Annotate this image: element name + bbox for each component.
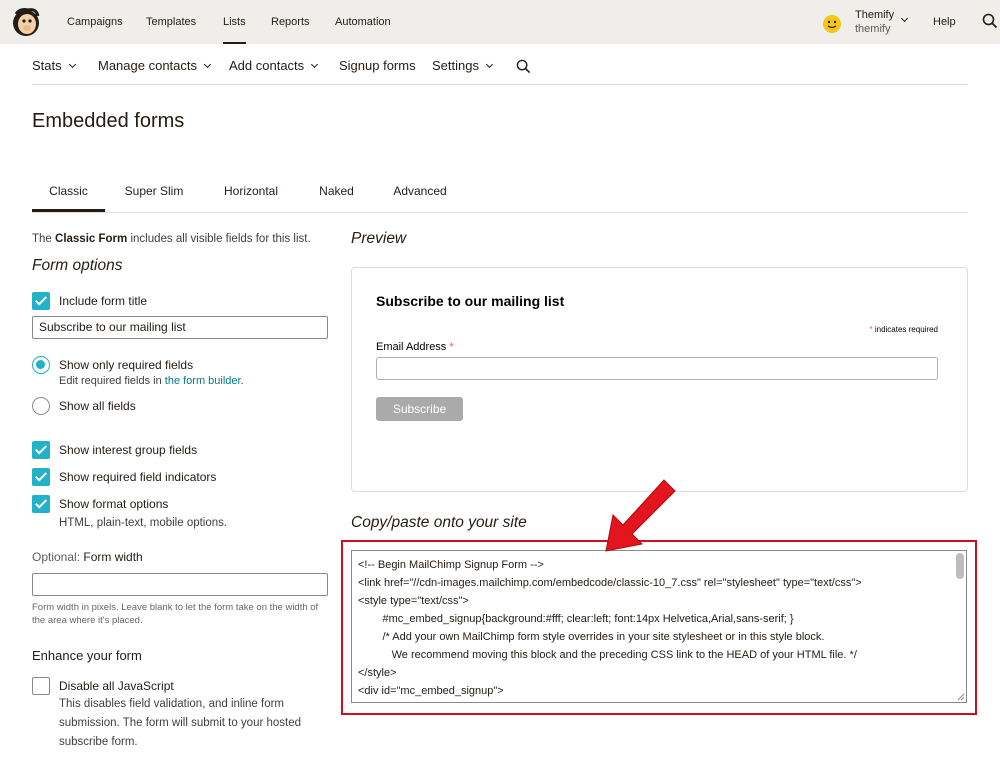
required-indicators-label: Show required field indicators (59, 470, 217, 484)
form-title-input[interactable]: Subscribe to our mailing list (32, 316, 328, 339)
subnav-signup-forms[interactable]: Signup forms (339, 44, 416, 88)
required-only-radio[interactable] (32, 356, 50, 374)
all-fields-radio[interactable] (32, 397, 50, 415)
chevron-down-icon (311, 60, 319, 69)
search-icon[interactable] (982, 13, 998, 29)
code-line: <div id="mc_embed_signup"> (358, 685, 504, 697)
email-input[interactable] (376, 357, 938, 380)
format-options-label: Show format options (59, 497, 169, 511)
code-line: #mc_embed_signup{background:#fff; clear:… (358, 613, 794, 625)
page-title: Embedded forms (32, 110, 185, 132)
code-line: /* Add your own MailChimp form style ove… (358, 631, 825, 643)
chevron-down-icon (203, 60, 212, 69)
top-navigation: Campaigns Templates Lists Reports Automa… (0, 0, 1000, 44)
required-only-sub: Edit required fields in the form builder… (59, 375, 244, 387)
intro-form-name: Classic Form (55, 233, 128, 245)
interest-groups-checkbox[interactable] (32, 441, 50, 459)
help-link[interactable]: Help (933, 0, 956, 44)
subnav-stats-label: Stats (32, 58, 62, 73)
subnav-add-contacts-label: Add contacts (229, 58, 305, 73)
search-icon[interactable] (516, 59, 531, 74)
form-type-tabs: Classic Super Slim Horizontal Naked Adva… (32, 176, 968, 213)
subnav-add-contacts[interactable]: Add contacts (229, 44, 319, 88)
optional-prefix: Optional: (32, 550, 84, 564)
chevron-down-icon (485, 60, 494, 69)
chevron-down-icon (68, 60, 76, 69)
tab-advanced[interactable]: Advanced (388, 176, 452, 212)
preview-heading: Preview (351, 230, 407, 247)
intro-suffix: includes all visible fields for this lis… (127, 233, 311, 245)
code-heading: Copy/paste onto your site (351, 514, 527, 531)
subscribe-button[interactable]: Subscribe (376, 397, 463, 421)
red-arrow-icon (605, 479, 676, 552)
tab-classic[interactable]: Classic (32, 176, 105, 212)
form-width-title: Form width (83, 550, 143, 564)
subnav-manage-contacts[interactable]: Manage contacts (98, 44, 212, 88)
required-sub-suffix: . (240, 375, 244, 387)
enhance-heading: Enhance your form (32, 648, 142, 663)
account-menu[interactable]: Themify themify (822, 8, 909, 36)
code-scrollbar[interactable] (956, 553, 964, 579)
embed-code-textarea[interactable]: <!-- Begin MailChimp Signup Form --> <li… (351, 550, 967, 703)
nav-automation[interactable]: Automation (335, 0, 391, 44)
list-subnav: Stats Manage contacts Add contacts Signu… (32, 44, 968, 85)
required-star: * (449, 341, 454, 353)
user-avatar-icon (823, 15, 841, 33)
nav-reports[interactable]: Reports (271, 0, 310, 44)
user-account: themify (855, 23, 891, 35)
disable-js-description: This disables field validation, and inli… (59, 698, 302, 748)
preview-form-title: Subscribe to our mailing list (376, 293, 565, 309)
email-label: Email Address * (376, 341, 454, 353)
nav-campaigns[interactable]: Campaigns (67, 0, 123, 44)
mailchimp-logo-icon[interactable] (10, 6, 42, 38)
format-options-checkbox[interactable] (32, 495, 50, 513)
user-name: Themify (855, 9, 895, 21)
subnav-stats[interactable]: Stats (32, 44, 76, 88)
subnav-settings[interactable]: Settings (432, 44, 494, 88)
tab-super-slim[interactable]: Super Slim (120, 176, 188, 212)
resize-handle-icon[interactable] (957, 693, 965, 701)
user-names: Themify themify (855, 8, 894, 36)
disable-js-checkbox[interactable] (32, 677, 50, 695)
code-line: </style> (358, 667, 397, 679)
code-line: <link href="//cdn-images.mailchimp.com/e… (358, 577, 862, 589)
nav-lists[interactable]: Lists (223, 0, 246, 44)
form-width-hint: Form width in pixels. Leave blank to let… (32, 602, 319, 626)
tab-horizontal[interactable]: Horizontal (216, 176, 286, 212)
interest-groups-label: Show interest group fields (59, 443, 198, 457)
nav-templates[interactable]: Templates (146, 0, 196, 44)
include-title-checkbox[interactable] (32, 292, 50, 310)
code-line: We recommend moving this block and the p… (358, 649, 857, 661)
required-note: * indicates required (870, 325, 939, 334)
form-builder-link[interactable]: the form builder (165, 375, 241, 387)
form-options-heading: Form options (32, 257, 123, 274)
chevron-down-icon (901, 14, 909, 23)
required-only-label: Show only required fields (59, 358, 194, 372)
subnav-settings-label: Settings (432, 58, 479, 73)
code-highlight-frame: <!-- Begin MailChimp Signup Form --> <li… (341, 540, 977, 715)
tab-naked[interactable]: Naked (313, 176, 360, 212)
intro-prefix: The (32, 233, 56, 245)
form-preview: Subscribe to our mailing list * indicate… (351, 267, 968, 492)
email-label-text: Email Address (376, 341, 450, 353)
format-options-sub: HTML, plain-text, mobile options. (59, 517, 228, 529)
required-sub-text: Edit required fields in (59, 375, 165, 387)
code-line: <!-- Begin MailChimp Signup Form --> (358, 559, 544, 571)
form-width-label: Optional: Form width (32, 550, 143, 564)
disable-js-label: Disable all JavaScript (59, 679, 174, 693)
all-fields-label: Show all fields (59, 399, 136, 413)
form-intro: The Classic Form includes all visible fi… (32, 233, 311, 245)
code-line: <style type="text/css"> (358, 595, 469, 607)
form-width-input[interactable] (32, 573, 328, 596)
required-note-text: indicates required (872, 325, 938, 334)
required-indicators-checkbox[interactable] (32, 468, 50, 486)
subnav-manage-contacts-label: Manage contacts (98, 58, 198, 73)
include-title-label: Include form title (59, 294, 148, 308)
